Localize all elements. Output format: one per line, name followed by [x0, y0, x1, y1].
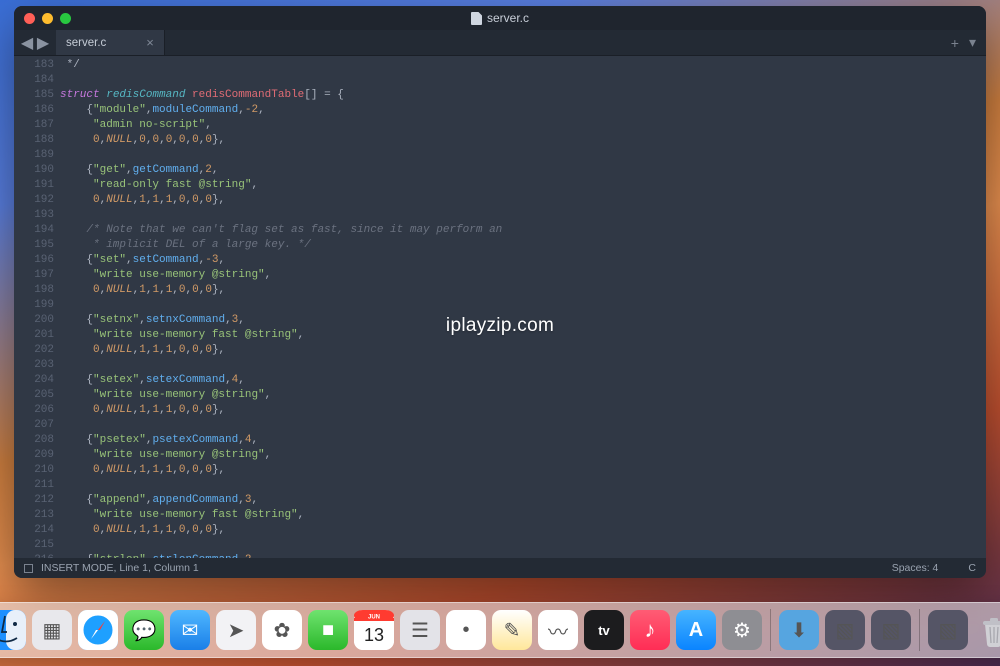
- editor-area[interactable]: 183 184 185 186 187 188 189 190 191 192 …: [14, 56, 986, 558]
- dock-music-icon[interactable]: ♪: [630, 610, 670, 650]
- dock-downloads-icon[interactable]: ⬇: [779, 610, 819, 650]
- dock-screenshot2-icon[interactable]: ▧: [871, 610, 911, 650]
- status-bar: INSERT MODE, Line 1, Column 1 Spaces: 4 …: [14, 558, 986, 578]
- tab-server-c[interactable]: server.c ×: [56, 30, 165, 55]
- dock-facetime-icon[interactable]: ■: [308, 610, 348, 650]
- dock-trash-icon[interactable]: [974, 610, 1000, 650]
- dock-appstore-icon[interactable]: A: [676, 610, 716, 650]
- close-tab-icon[interactable]: ×: [146, 35, 154, 50]
- titlebar[interactable]: server.c: [14, 6, 986, 30]
- line-number-gutter: 183 184 185 186 187 188 189 190 191 192 …: [14, 56, 60, 558]
- dock-safari-icon[interactable]: [78, 610, 118, 650]
- minimize-window-button[interactable]: [42, 13, 53, 24]
- dock-calendar-icon[interactable]: JUN 13: [354, 610, 394, 650]
- traffic-lights: [24, 13, 71, 24]
- status-spaces[interactable]: Spaces: 4: [892, 562, 939, 574]
- dock-photos-icon[interactable]: ✿: [262, 610, 302, 650]
- status-mode: INSERT MODE, Line 1, Column 1: [41, 562, 199, 574]
- svg-text:13: 13: [364, 625, 384, 645]
- nav-back-icon[interactable]: ◀: [20, 36, 34, 50]
- maximize-window-button[interactable]: [60, 13, 71, 24]
- dock-notes-icon[interactable]: ✎: [492, 610, 532, 650]
- nav-forward-icon[interactable]: ▶: [36, 36, 50, 50]
- dock-finder-icon[interactable]: [0, 610, 26, 650]
- dock-screenshot3-icon[interactable]: ▧: [928, 610, 968, 650]
- tab-nav: ◀ ▶: [14, 30, 56, 55]
- window-title: server.c: [14, 11, 986, 25]
- svg-text:JUN: JUN: [368, 615, 380, 621]
- status-language[interactable]: C: [968, 562, 976, 574]
- tab-label: server.c: [66, 37, 106, 49]
- dock-freeform-icon[interactable]: 〰: [538, 610, 578, 650]
- new-tab-icon[interactable]: +: [951, 35, 959, 51]
- dock-mail-icon[interactable]: ✉: [170, 610, 210, 650]
- dock-maps-icon[interactable]: ➤: [216, 610, 256, 650]
- editor-window: server.c ◀ ▶ server.c × + ▾ 183 184 185 …: [14, 6, 986, 578]
- window-title-text: server.c: [487, 11, 529, 25]
- dock-launchpad-icon[interactable]: ▦: [32, 610, 72, 650]
- dock-tv-icon[interactable]: tv: [584, 610, 624, 650]
- tab-overflow-icon[interactable]: ▾: [969, 34, 976, 51]
- desktop: server.c ◀ ▶ server.c × + ▾ 183 184 185 …: [0, 0, 1000, 666]
- dock: ▦💬✉➤✿■JUN13☰•✎〰tv♪A⚙⬇▧▧▧: [0, 602, 1000, 658]
- dock-messages-icon[interactable]: 💬: [124, 610, 164, 650]
- dock-reminders-icon[interactable]: •: [446, 610, 486, 650]
- close-window-button[interactable]: [24, 13, 35, 24]
- dock-separator: [919, 609, 920, 651]
- file-icon: [471, 12, 482, 25]
- code-content[interactable]: */ struct redisCommand redisCommandTable…: [60, 56, 986, 558]
- tab-bar: ◀ ▶ server.c × + ▾: [14, 30, 986, 56]
- dock-screenshot1-icon[interactable]: ▧: [825, 610, 865, 650]
- watermark-text: iplayzip.com: [446, 315, 554, 337]
- dock-separator: [770, 609, 771, 651]
- dock-contacts-icon[interactable]: ☰: [400, 610, 440, 650]
- status-indicator-icon[interactable]: [24, 564, 33, 573]
- dock-settings-icon[interactable]: ⚙: [722, 610, 762, 650]
